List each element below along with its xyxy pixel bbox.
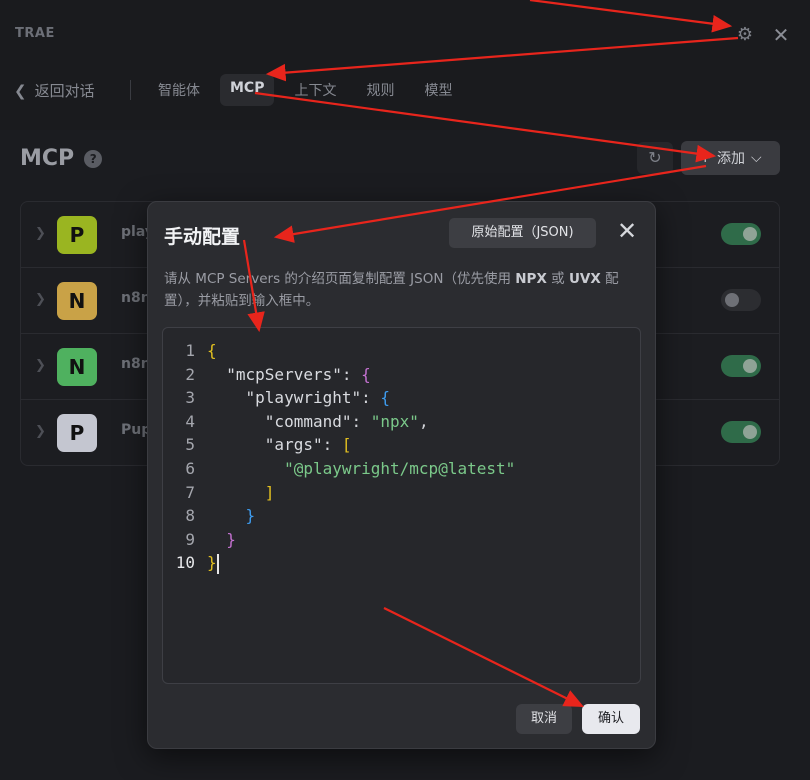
cancel-button[interactable]: 取消 [516,704,572,734]
refresh-button[interactable]: ↻ [637,142,673,174]
tab-context[interactable]: 上下文 [284,74,346,106]
tab-mcp[interactable]: MCP [220,74,275,106]
enable-toggle[interactable] [721,421,761,443]
line-number: 3 [185,388,195,408]
line-number: 4 [185,411,195,431]
avatar: P [57,414,97,452]
text-cursor [216,553,219,574]
line-number: 9 [185,529,195,549]
json-editor[interactable]: 1{ 2 "mcpServers": { 3 "playwright": { 4… [162,327,641,684]
settings-tabs: 智能体 MCP 上下文 规则 模型 [148,74,472,106]
tab-models[interactable]: 模型 [414,74,462,106]
app-title: TRAE [15,26,55,41]
back-to-chat-button[interactable]: ❮ 返回对话 [14,80,95,101]
line-number: 2 [185,364,195,384]
add-label: 添加 [717,151,746,167]
chevron-right-icon[interactable]: ❯ [35,292,46,307]
tab-rules[interactable]: 规则 [356,74,404,106]
dialog-title: 手动配置 [164,226,241,248]
chevron-right-icon[interactable]: ❯ [35,424,46,439]
avatar: N [57,348,97,386]
line-number: 6 [185,458,195,478]
chevron-left-icon: ❮ [14,81,27,100]
line-number: 7 [185,482,195,502]
enable-toggle[interactable] [721,223,761,245]
chevron-right-icon[interactable]: ❯ [35,358,46,373]
enable-toggle[interactable] [721,289,761,311]
line-number: 8 [185,506,195,526]
close-icon[interactable]: ✕ [770,24,792,46]
top-bar: TRAE ⚙ ✕ ❮ 返回对话 智能体 MCP 上下文 规则 模型 [0,0,810,130]
line-number: 5 [185,435,195,455]
plus-icon: + [699,150,712,166]
chevron-down-icon: ⌵ [751,150,762,166]
avatar: N [57,282,97,320]
refresh-icon: ↻ [648,148,662,167]
gear-icon[interactable]: ⚙ [734,24,756,46]
divider [130,80,131,100]
back-label: 返回对话 [34,82,95,100]
line-number: 1 [185,341,195,360]
enable-toggle[interactable] [721,355,761,377]
add-button[interactable]: + 添加 ⌵ [681,141,780,175]
line-number: 10 [175,553,195,573]
tab-agents[interactable]: 智能体 [148,74,210,106]
avatar: P [57,216,97,254]
page-title: MCP [20,146,75,171]
chevron-right-icon[interactable]: ❯ [35,226,46,241]
help-icon[interactable]: ? [84,149,103,168]
close-icon[interactable]: ✕ [616,218,638,244]
raw-config-button[interactable]: 原始配置（JSON) [449,218,596,248]
confirm-button[interactable]: 确认 [582,704,640,734]
mcp-header: MCP ? [20,146,103,171]
dialog-description: 请从 MCP Servers 的介绍页面复制配置 JSON（优先使用 NPX 或… [164,271,619,309]
manual-config-dialog: 手动配置 原始配置（JSON) ✕ 请从 MCP Servers 的介绍页面复制… [147,201,656,749]
